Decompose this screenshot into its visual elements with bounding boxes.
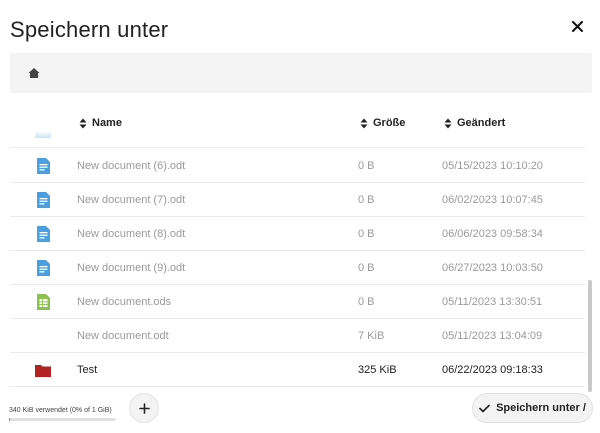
file-modified: 05/11/2023 13:04:09 bbox=[442, 330, 543, 342]
file-size: 7 KiB bbox=[358, 330, 385, 342]
table-row[interactable]: New document (7).odt 0 B 06/02/2023 10:07:… bbox=[10, 183, 585, 217]
file-name: New document.odt bbox=[77, 330, 169, 342]
file-name: New document.ods bbox=[77, 296, 172, 308]
file-size: 0 B bbox=[358, 228, 375, 240]
file-name: New document (9).odt bbox=[77, 262, 186, 274]
quota-bar bbox=[9, 418, 116, 421]
file-modified: 05/11/2023 13:30:51 bbox=[442, 296, 543, 308]
save-as-button-label: Speichern unter / bbox=[496, 402, 586, 414]
new-folder-button[interactable] bbox=[129, 393, 159, 423]
file-size: 325 KiB bbox=[358, 364, 397, 376]
sort-icon bbox=[360, 118, 368, 128]
table-row[interactable]: Test 325 KiB 06/22/2023 09:18:33 bbox=[10, 353, 585, 387]
file-size: 0 B bbox=[358, 160, 375, 172]
blank-icon bbox=[34, 327, 52, 345]
folder-icon bbox=[35, 131, 51, 138]
scrollbar[interactable] bbox=[588, 280, 592, 392]
document-icon bbox=[37, 192, 50, 208]
file-modified: 06/27/2023 10:03:50 bbox=[442, 262, 543, 274]
quota-text: 340 KiB verwendet (0% of 1 GiB) bbox=[9, 407, 112, 414]
column-header-name-label: Name bbox=[92, 117, 122, 129]
plus-icon bbox=[138, 402, 150, 414]
dialog-title: Speichern unter bbox=[10, 17, 169, 42]
check-icon bbox=[479, 404, 490, 412]
file-name: New document (7).odt bbox=[77, 194, 186, 206]
spreadsheet-icon bbox=[37, 294, 50, 310]
file-size: 0 B bbox=[358, 194, 375, 206]
save-as-button[interactable]: Speichern unter / bbox=[472, 393, 593, 423]
table-row[interactable]: New document (6).odt 0 B 05/15/2023 10:10:… bbox=[10, 149, 585, 183]
column-header-modified-label: Geändert bbox=[457, 117, 506, 129]
table-row[interactable]: New document.odt 7 KiB 05/11/2023 13:04:09 bbox=[10, 319, 585, 353]
breadcrumb-home-button[interactable] bbox=[26, 65, 42, 81]
file-name: New document (8).odt bbox=[77, 228, 186, 240]
home-icon bbox=[28, 68, 40, 78]
file-name: New document (6).odt bbox=[77, 160, 186, 172]
file-modified: 06/02/2023 10:07:45 bbox=[442, 194, 543, 206]
sort-icon bbox=[444, 118, 452, 128]
breadcrumb bbox=[10, 53, 592, 93]
file-size: 0 B bbox=[358, 262, 375, 274]
table-row[interactable]: New document (9).odt 0 B 06/27/2023 10:03:… bbox=[10, 251, 585, 285]
close-button[interactable] bbox=[565, 14, 589, 38]
file-modified: 05/15/2023 10:10:20 bbox=[442, 160, 543, 172]
column-header-size-label: Größe bbox=[373, 117, 406, 129]
folder-icon bbox=[35, 365, 51, 377]
file-modified: 06/06/2023 09:58:34 bbox=[442, 228, 543, 240]
table-row[interactable]: New document.ods 0 B 05/11/2023 13:30:51 bbox=[10, 285, 585, 319]
file-modified: 06/22/2023 09:18:33 bbox=[442, 364, 543, 376]
table-row[interactable] bbox=[10, 131, 585, 148]
document-icon bbox=[37, 158, 50, 174]
file-name: Test bbox=[77, 364, 98, 376]
file-size: 0 B bbox=[358, 296, 375, 308]
table-row[interactable]: New document (8).odt 0 B 06/06/2023 09:58:… bbox=[10, 217, 585, 251]
file-list[interactable]: New document (6).odt 0 B 05/15/2023 10:10:… bbox=[10, 131, 585, 391]
document-icon bbox=[37, 260, 50, 276]
sort-icon bbox=[79, 118, 87, 128]
document-icon bbox=[37, 226, 50, 242]
close-icon bbox=[571, 20, 583, 32]
